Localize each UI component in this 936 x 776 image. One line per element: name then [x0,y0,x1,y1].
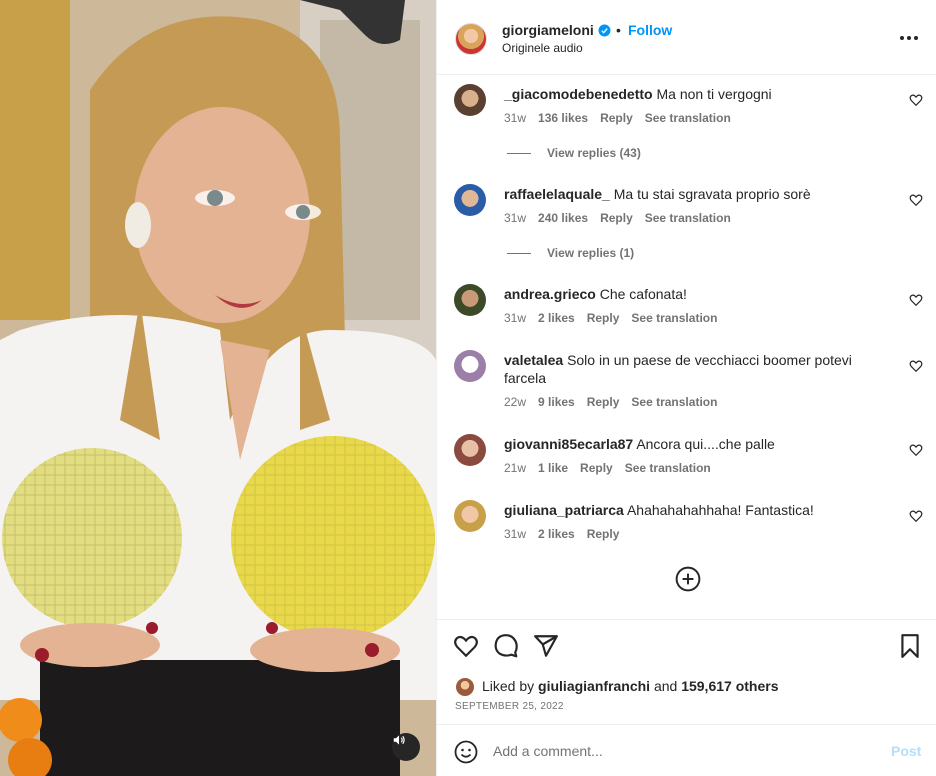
comment-time[interactable]: 22w [504,395,526,409]
comment-meta: 31w 136 likes Reply See translation [504,111,743,125]
author-avatar[interactable] [455,23,487,55]
commenter-avatar[interactable] [454,500,486,532]
comment-text: andrea.grieco Che cafonata! [504,285,894,303]
comment-meta: 22w 9 likes Reply See translation [504,395,729,409]
likes-summary[interactable]: Liked by giuliagianfranchi and 159,617 o… [482,678,779,694]
post-media[interactable] [0,0,436,776]
reply-button[interactable]: Reply [587,527,620,541]
see-translation-button[interactable]: See translation [631,395,717,409]
separator-dot: • [616,22,621,38]
commenter-username[interactable]: andrea.grieco [504,286,596,302]
comment-icon[interactable] [493,633,519,659]
bookmark-icon[interactable] [897,633,923,659]
comment-meta: 31w 240 likes Reply See translation [504,211,743,225]
replies-divider [507,153,531,155]
view-replies-label: View replies (1) [547,246,635,260]
post-header: giorgiameloni • Follow Originele audio [437,0,936,75]
comment-text: _giacomodebenedetto Ma non ti vergogni [504,85,894,103]
comment-body: Che cafonata! [599,286,687,302]
commenter-avatar[interactable] [454,350,486,382]
comment-time[interactable]: 31w [504,211,526,225]
add-circle-icon[interactable] [675,566,701,592]
comment-text: giuliana_patriarca Ahahahahahhaha! Fanta… [504,501,894,519]
commenter-avatar[interactable] [454,184,486,216]
comment-time[interactable]: 31w [504,527,526,541]
see-translation-button[interactable]: See translation [645,211,731,225]
likes-prefix: Liked by [482,678,535,694]
likes-count[interactable]: 159,617 others [681,678,778,694]
comment-text: valetalea Solo in un paese de vecchiacci… [504,351,894,387]
commenter-avatar[interactable] [454,284,486,316]
comment-body: Ma non ti vergogni [656,86,772,102]
commenter-username[interactable]: giuliana_patriarca [504,502,624,518]
reply-button[interactable]: Reply [587,395,620,409]
commenter-username[interactable]: raffaelelaquale_ [504,186,610,202]
speaker-icon [393,735,405,745]
reply-button[interactable]: Reply [600,211,633,225]
comment-body: Ahahahahahhaha! Fantastica! [626,502,814,518]
heart-icon[interactable] [909,443,923,457]
comment-likes[interactable]: 9 likes [538,395,575,409]
view-replies-label: View replies (43) [547,146,641,160]
verified-badge-icon [598,24,611,37]
comment-meta: 21w 1 like Reply See translation [504,461,723,475]
commenter-username[interactable]: valetalea [504,352,563,368]
comment-likes[interactable]: 136 likes [538,111,588,125]
comment-time[interactable]: 31w [504,311,526,325]
audio-toggle-button[interactable] [392,733,420,761]
comment-body: Ma tu stai sgravata proprio sorè [613,186,811,202]
comment-text: giovanni85ecarla87 Ancora qui....che pal… [504,435,894,453]
likes-connector: and [653,678,678,694]
comment-likes[interactable]: 240 likes [538,211,588,225]
emoji-icon[interactable] [454,740,478,764]
share-icon[interactable] [533,633,559,659]
comment-composer: Post [437,724,936,776]
heart-icon[interactable] [909,193,923,207]
more-options-icon[interactable] [897,28,921,48]
replies-divider [507,253,531,255]
audio-label[interactable]: Originele audio [502,41,583,55]
comment-input[interactable] [493,740,873,762]
view-replies-button[interactable]: View replies (1) [507,246,634,260]
comment-body: Ancora qui....che palle [636,436,775,452]
post-date[interactable]: SEPTEMBER 25, 2022 [455,701,564,712]
comment-time[interactable]: 31w [504,111,526,125]
follow-button[interactable]: Follow [628,22,672,38]
heart-icon[interactable] [909,93,923,107]
author-username[interactable]: giorgiameloni [502,22,594,38]
see-translation-button[interactable]: See translation [625,461,711,475]
heart-icon[interactable] [909,509,923,523]
reply-button[interactable]: Reply [587,311,620,325]
liked-by-avatar[interactable] [455,677,475,697]
heart-icon[interactable] [909,359,923,373]
view-replies-button[interactable]: View replies (43) [507,146,641,160]
comment-likes[interactable]: 2 likes [538,311,575,325]
post-sidebar: giorgiameloni • Follow Originele audio _… [436,0,936,776]
see-translation-button[interactable]: See translation [631,311,717,325]
post-actions: Liked by giuliagianfranchi and 159,617 o… [437,619,936,723]
comment-time[interactable]: 21w [504,461,526,475]
commenter-username[interactable]: _giacomodebenedetto [504,86,653,102]
commenter-username[interactable]: giovanni85ecarla87 [504,436,633,452]
reply-button[interactable]: Reply [580,461,613,475]
post-comment-button[interactable]: Post [891,743,921,759]
comment-likes[interactable]: 2 likes [538,527,575,541]
like-heart-icon[interactable] [453,633,479,659]
reply-button[interactable]: Reply [600,111,633,125]
comments-list[interactable]: _giacomodebenedetto Ma non ti vergogni 3… [437,76,936,619]
see-translation-button[interactable]: See translation [645,111,731,125]
commenter-avatar[interactable] [454,434,486,466]
comment-text: raffaelelaquale_ Ma tu stai sgravata pro… [504,185,894,203]
heart-icon[interactable] [909,293,923,307]
liked-by-username[interactable]: giuliagianfranchi [538,678,650,694]
comment-meta: 31w 2 likes Reply See translation [504,311,729,325]
comment-likes[interactable]: 1 like [538,461,568,475]
commenter-avatar[interactable] [454,84,486,116]
post-photo [0,0,436,776]
comment-meta: 31w 2 likes Reply [504,527,631,541]
